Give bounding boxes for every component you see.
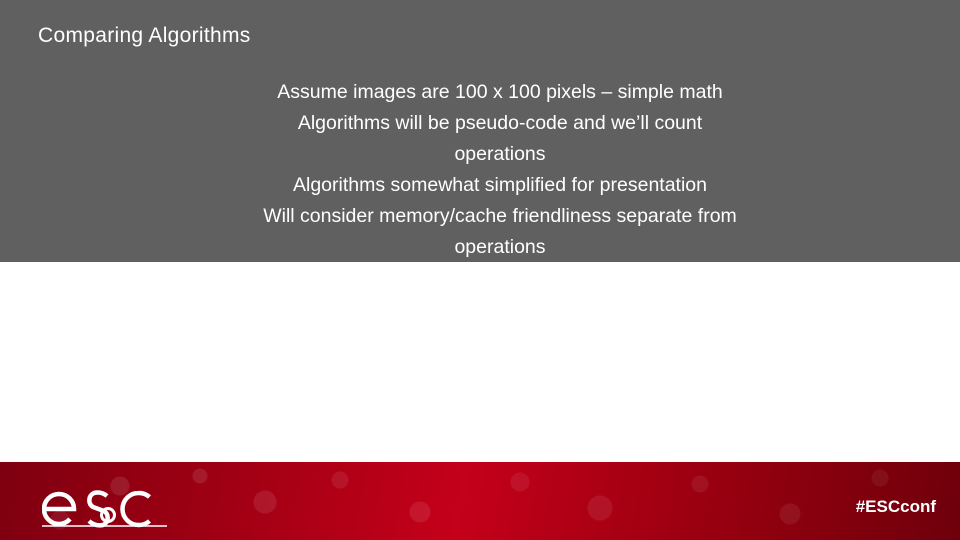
intro-line: operations <box>454 236 546 258</box>
title-band: Comparing Algorithms Assume images are 1… <box>0 0 960 262</box>
intro-line: Will consider memory/cache friendliness … <box>263 205 737 227</box>
intro-line: Algorithms somewhat simplified for prese… <box>292 174 707 196</box>
intro-text-block: Assume images are 100 x 100 pixels – sim… <box>160 77 840 263</box>
content-area: Consider 3 algorithm solutions: 1 2 3 “T… <box>0 262 960 462</box>
page-title: Comparing Algorithms <box>38 24 251 47</box>
conference-hashtag: #ESCconf <box>855 497 936 516</box>
slide: Comparing Algorithms Assume images are 1… <box>0 0 960 540</box>
intro-line: Algorithms will be pseudo-code and we’ll… <box>297 112 703 134</box>
intro-line: Assume images are 100 x 100 pixels – sim… <box>277 81 723 103</box>
esc-logo <box>42 490 167 528</box>
intro-line: operations <box>454 143 546 165</box>
